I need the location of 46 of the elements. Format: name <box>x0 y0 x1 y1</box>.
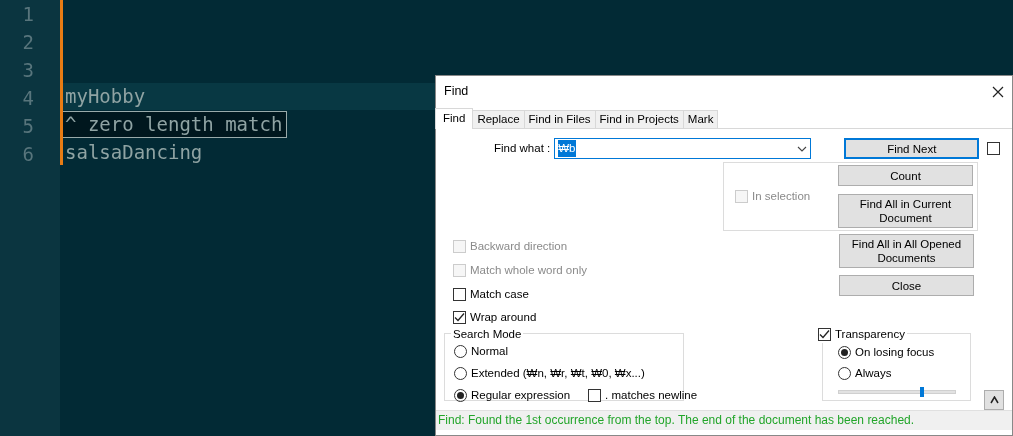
checkbox[interactable] <box>588 389 602 403</box>
radio-label: Normal <box>471 343 509 359</box>
line-number: 2 <box>21 30 35 55</box>
checkbox[interactable] <box>818 327 831 341</box>
action-button[interactable]: Find All in All Opened Documents <box>839 234 974 268</box>
close-icon[interactable] <box>992 85 1004 98</box>
tab[interactable]: Mark <box>682 110 719 128</box>
field-label: Find what : <box>494 140 551 156</box>
find-next-button[interactable]: Find Next <box>844 138 980 159</box>
action-button[interactable]: Find All in Current Document <box>838 194 973 228</box>
checkbox[interactable] <box>453 311 466 325</box>
checkbox-label: In selection <box>752 188 811 204</box>
tab[interactable]: Find <box>435 108 474 129</box>
tab[interactable]: Find in Files <box>523 110 596 128</box>
code-line: myHobby <box>65 84 146 110</box>
search-combo-box[interactable]: ₩b <box>554 138 812 159</box>
radio-label: Regular expression <box>471 388 571 403</box>
checkbox[interactable] <box>453 287 466 301</box>
chevron-up-icon <box>989 395 999 404</box>
action-button[interactable]: Count <box>838 165 973 186</box>
window-title: Find <box>444 83 469 101</box>
slider-track[interactable] <box>838 390 956 394</box>
tab[interactable]: Find in Projects <box>594 110 684 128</box>
line-number: 1 <box>21 2 35 27</box>
radio-label: On losing focus <box>855 344 935 360</box>
line-number: 4 <box>21 86 35 111</box>
dropdown-caret-icon[interactable] <box>797 145 808 152</box>
checkbox-label: Backward direction <box>470 239 568 254</box>
code-line: salsaDancing <box>65 139 203 165</box>
annotation: ^ zero length match <box>60 110 288 138</box>
radio-label: Always <box>855 365 892 381</box>
checkbox-label: Wrap around <box>470 310 537 326</box>
radio-label: Extended (₩n, ₩r, ₩t, ₩0, ₩x...) <box>471 365 645 381</box>
checkbox[interactable] <box>987 142 1001 155</box>
checkbox-label: Transparency <box>835 326 905 342</box>
action-button[interactable]: Close <box>839 275 974 296</box>
line-number: 5 <box>21 114 35 139</box>
tab[interactable]: Replace <box>472 110 525 128</box>
checkbox-label: . matches newline <box>605 388 698 403</box>
line-number: 6 <box>21 142 35 167</box>
slider-thumb[interactable] <box>919 387 924 397</box>
status-message: Find: Found the 1st occurrence from the top. The end of the document has been reached. <box>436 410 1012 430</box>
checkbox-label: Match whole word only <box>470 262 587 278</box>
checkbox-label: Match case <box>470 286 529 302</box>
line-number: 3 <box>21 58 35 83</box>
collapse-button[interactable] <box>984 389 1004 410</box>
